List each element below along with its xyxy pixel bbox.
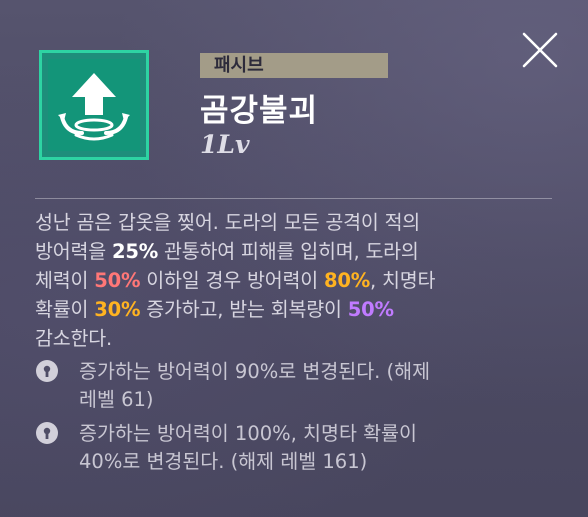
desc-line: 체력이 50% 이하일 경우 방어력이 80%, 치명타 xyxy=(35,269,436,292)
up-arrow-aura-icon xyxy=(48,59,140,151)
desc-line: 감소한다. xyxy=(35,327,112,350)
desc-line: 성난 곰은 갑옷을 찢어. 도라의 모든 공격이 적의 xyxy=(35,211,421,234)
skill-type-badge: 패시브 xyxy=(200,53,388,78)
value-red: 50% xyxy=(94,269,141,292)
skill-level: 1Lv xyxy=(200,130,250,159)
close-icon xyxy=(522,32,558,68)
skill-name: 곰강불괴 xyxy=(200,93,319,129)
unlock-text: 레벨 61) xyxy=(79,388,154,411)
desc-line: 확률이 30% 증가하고, 받는 회복량이 50% xyxy=(35,298,394,321)
value-orange: 30% xyxy=(94,298,141,321)
value-purple: 50% xyxy=(347,298,394,321)
unlock-text: 증가하는 방어력이 90%로 변경된다. (해제 xyxy=(79,360,431,383)
close-button[interactable] xyxy=(520,30,560,70)
unlock-text: 증가하는 방어력이 100%, 치명타 확률이 xyxy=(79,422,417,445)
value-orange: 80% xyxy=(323,269,371,292)
unlock-item: 증가하는 방어력이 90%로 변경된다. (해제 레벨 61) xyxy=(35,358,555,414)
unlock-item: 증가하는 방어력이 100%, 치명타 확률이 40%로 변경된다. (해제 레… xyxy=(35,420,555,476)
skill-description: 성난 곰은 갑옷을 찢어. 도라의 모든 공격이 적의 방어력을 25% 관통하… xyxy=(35,208,555,353)
skill-tooltip-panel: 패시브 곰강불괴 1Lv 성난 곰은 갑옷을 찢어. 도라의 모든 공격이 적의… xyxy=(0,0,588,517)
skill-icon-frame xyxy=(39,50,149,160)
desc-line: 방어력을 25% 관통하여 피해를 입히며, 도라의 xyxy=(35,240,419,263)
lock-icon xyxy=(36,422,58,444)
divider xyxy=(35,198,552,199)
unlock-text: 40%로 변경된다. (해제 레벨 161) xyxy=(79,450,368,473)
lock-icon xyxy=(36,360,58,382)
value-white: 25% xyxy=(111,240,159,263)
